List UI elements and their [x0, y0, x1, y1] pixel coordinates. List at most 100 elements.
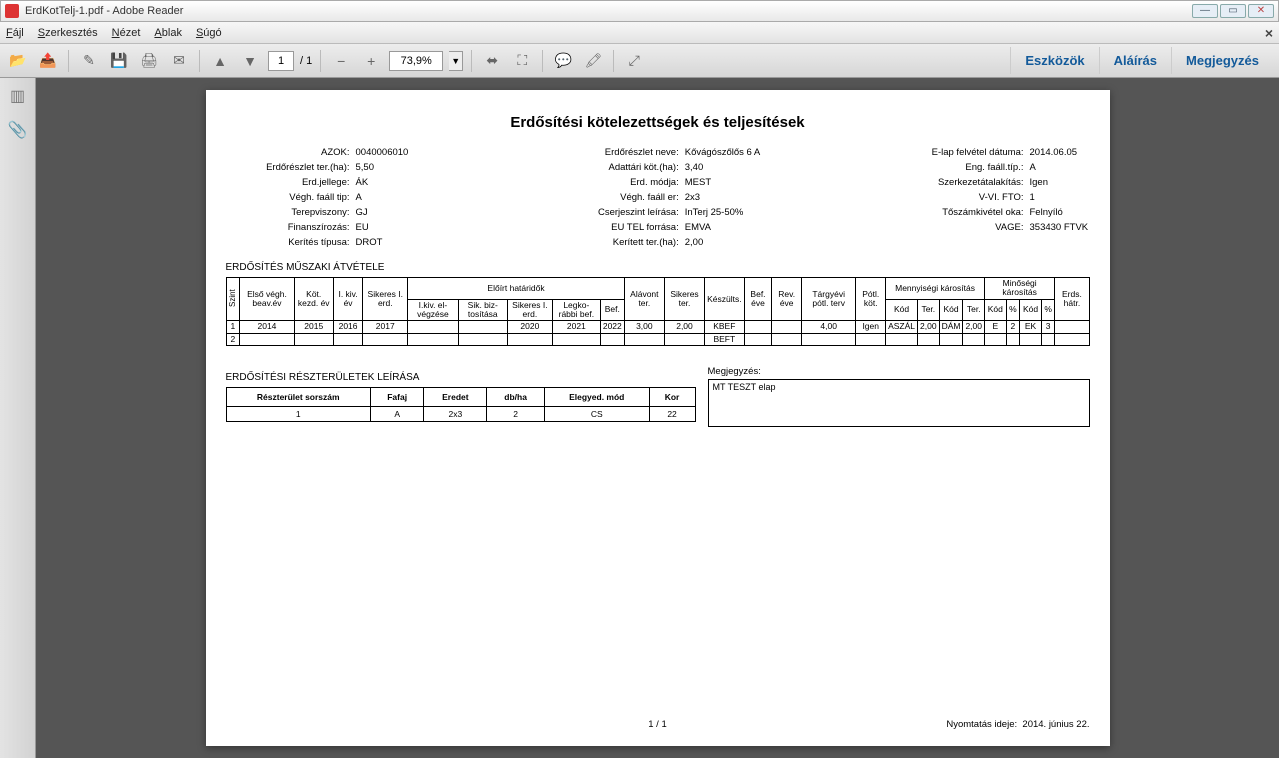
hdr-value: DROT	[356, 237, 416, 248]
page-footer: 1 / 1 Nyomtatás ideje: 2014. június 22.	[226, 719, 1090, 730]
hdr-value: 3,40	[685, 162, 745, 173]
hdr-label: V-VI. FTO:	[900, 192, 1030, 203]
hdr-label: Cserjeszint leírása:	[555, 207, 685, 218]
right-panel-buttons: Eszközök Aláírás Megjegyzés	[1010, 47, 1273, 74]
hdr-value: Igen	[1030, 177, 1090, 188]
doc-close-button[interactable]: ×	[1265, 25, 1273, 41]
separator	[320, 50, 321, 72]
sidebar: ▥ 📎	[0, 78, 36, 758]
pdf-page: Erdősítési kötelezettségek és teljesítés…	[206, 90, 1110, 746]
section1-header: ERDŐSÍTÉS MŰSZAKI ÁTVÉTELE	[226, 262, 1090, 273]
fit-page-icon[interactable]: ⛶	[510, 49, 534, 73]
close-button[interactable]: ✕	[1248, 4, 1274, 18]
separator	[613, 50, 614, 72]
page-down-icon[interactable]: ▼	[238, 49, 262, 73]
hdr-value: 1	[1030, 192, 1090, 203]
hdr-label: Eng. faáll.típ.:	[900, 162, 1030, 173]
hdr-value: InTerj 25-50%	[685, 207, 745, 218]
open-icon[interactable]: 📂	[6, 49, 30, 73]
comment-title: Megjegyzés:	[708, 366, 1090, 377]
hdr-value: 5,50	[356, 162, 416, 173]
hdr-label: Végh. faáll er:	[555, 192, 685, 203]
thumbnails-icon[interactable]: ▥	[8, 86, 28, 106]
hdr-label: Végh. faáll tip:	[226, 192, 356, 203]
hdr-value: GJ	[356, 207, 416, 218]
zoom-dropdown[interactable]: ▼	[449, 51, 463, 71]
menu-help[interactable]: Súgó	[196, 27, 222, 39]
attachments-icon[interactable]: 📎	[8, 120, 28, 140]
hdr-label: Erd. módja:	[555, 177, 685, 188]
hdr-value: Felnyíló	[1030, 207, 1090, 218]
separator	[68, 50, 69, 72]
highlight-icon[interactable]: 🖍	[581, 49, 605, 73]
footer-print: Nyomtatás ideje: 2014. június 22.	[946, 719, 1089, 730]
hdr-value: ÁK	[356, 177, 416, 188]
hdr-label: Adattári köt.(ha):	[555, 162, 685, 173]
save-icon[interactable]: 💾	[107, 49, 131, 73]
hdr-value: Kővágószőlős 6 A	[685, 147, 761, 158]
hdr-value: EMVA	[685, 222, 745, 233]
hdr-value: 353430 FTVK	[1030, 222, 1090, 233]
page-input[interactable]	[268, 51, 294, 71]
table-muszaki: Szint Első végh. beav.évKöt. kezd. évI. …	[226, 277, 1090, 346]
zoom-in-icon[interactable]: +	[359, 49, 383, 73]
header-grid: AZOK:0040006010Erdőrészlet ter.(ha):5,50…	[226, 147, 1090, 248]
bottom-row: ERDŐSÍTÉSI RÉSZTERÜLETEK LEÍRÁSA Részter…	[226, 366, 1090, 427]
zoom-out-icon[interactable]: −	[329, 49, 353, 73]
workspace: ▥ 📎 Erdősítési kötelezettségek és teljes…	[0, 78, 1279, 758]
tools-button[interactable]: Eszközök	[1010, 47, 1098, 74]
sign-button[interactable]: Aláírás	[1099, 47, 1171, 74]
maximize-button[interactable]: ▭	[1220, 4, 1246, 18]
menu-window[interactable]: Ablak	[154, 27, 182, 39]
hdr-label: VAGE:	[900, 222, 1030, 233]
separator	[471, 50, 472, 72]
hdr-label: Erd.jellege:	[226, 177, 356, 188]
edit-icon[interactable]: ✎	[77, 49, 101, 73]
toolbar: 📂 📤 ✎ 💾 🖨 ✉ ▲ ▼ / 1 − + 73,9% ▼ ⬌ ⛶ 💬 🖍 …	[0, 44, 1279, 78]
hdr-value: A	[356, 192, 416, 203]
document-title: Erdősítési kötelezettségek és teljesítés…	[226, 114, 1090, 131]
header-col-1: AZOK:0040006010Erdőrészlet ter.(ha):5,50…	[226, 147, 416, 248]
export-icon[interactable]: 📤	[36, 49, 60, 73]
hdr-value: A	[1030, 162, 1090, 173]
page-scroll[interactable]: Erdősítési kötelezettségek és teljesítés…	[36, 78, 1279, 758]
app-icon	[5, 4, 19, 18]
hdr-label: Terepviszony:	[226, 207, 356, 218]
comment-button[interactable]: Megjegyzés	[1171, 47, 1273, 74]
section2-header: ERDŐSÍTÉSI RÉSZTERÜLETEK LEÍRÁSA	[226, 372, 696, 383]
hdr-value: MEST	[685, 177, 745, 188]
separator	[542, 50, 543, 72]
minimize-button[interactable]: —	[1192, 4, 1218, 18]
hdr-label: Szerkezetátalakítás:	[900, 177, 1030, 188]
window-title: ErdKotTelj-1.pdf - Adobe Reader	[25, 5, 1192, 17]
hdr-label: Tőszámkivétel oka:	[900, 207, 1030, 218]
zoom-value[interactable]: 73,9%	[389, 51, 443, 71]
hdr-value: 2,00	[685, 237, 745, 248]
header-col-2: Erdőrészlet neve:Kővágószőlős 6 AAdattár…	[555, 147, 761, 248]
comment-icon[interactable]: 💬	[551, 49, 575, 73]
menu-edit[interactable]: Szerkesztés	[38, 27, 98, 39]
print-icon[interactable]: 🖨	[137, 49, 161, 73]
menu-bar: Fájl Szerkesztés Nézet Ablak Súgó ×	[0, 22, 1279, 44]
email-icon[interactable]: ✉	[167, 49, 191, 73]
hdr-value: 2x3	[685, 192, 745, 203]
hdr-value: EU	[356, 222, 416, 233]
hdr-label: Erdőrészlet neve:	[555, 147, 685, 158]
hdr-label: AZOK:	[226, 147, 356, 158]
menu-view[interactable]: Nézet	[112, 27, 141, 39]
comment-text: MT TESZT elap	[708, 379, 1090, 427]
title-bar: ErdKotTelj-1.pdf - Adobe Reader — ▭ ✕	[0, 0, 1279, 22]
hdr-value: 0040006010	[356, 147, 416, 158]
separator	[199, 50, 200, 72]
menu-file[interactable]: Fájl	[6, 27, 24, 39]
read-mode-icon[interactable]: ⤢	[622, 49, 646, 73]
table-reszterulet: Részterület sorszámFafajEredetdb/haElegy…	[226, 387, 696, 422]
hdr-label: Kerítés típusa:	[226, 237, 356, 248]
footer-page: 1 / 1	[648, 719, 667, 730]
window-controls: — ▭ ✕	[1192, 4, 1274, 18]
page-up-icon[interactable]: ▲	[208, 49, 232, 73]
hdr-label: Finanszírozás:	[226, 222, 356, 233]
comment-box: Megjegyzés: MT TESZT elap	[708, 366, 1090, 427]
fit-width-icon[interactable]: ⬌	[480, 49, 504, 73]
header-col-3: E-lap felvétel dátuma:2014.06.05Eng. faá…	[900, 147, 1090, 248]
